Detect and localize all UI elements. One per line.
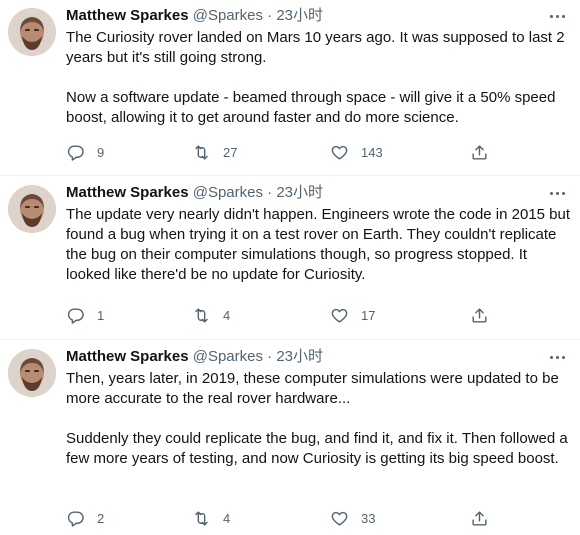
tweet-header: Matthew Sparkes @Sparkes · 23小时 [66,183,323,203]
share-button[interactable] [470,508,489,528]
timestamp[interactable]: 23小时 [276,348,323,365]
reply-button[interactable]: 1 [66,305,104,325]
like-button[interactable]: 17 [330,305,375,325]
tweet-actions: 1 4 17 [66,305,496,325]
share-icon [472,510,487,526]
reply-count: 1 [97,307,105,323]
tweet-actions: 2 4 33 [66,508,496,528]
avatar[interactable] [8,8,56,56]
more-icon[interactable] [546,185,568,201]
tweet[interactable]: Matthew Sparkes @Sparkes · 23小时 Then, ye… [0,341,580,535]
tweet-paragraph: The update very nearly didn't happen. En… [66,206,571,283]
reply-button[interactable]: 2 [66,508,104,528]
share-button[interactable] [470,305,489,325]
reply-count: 2 [97,510,105,526]
author-name[interactable]: Matthew Sparkes [66,7,189,24]
like-count: 17 [361,307,376,323]
retweet-count: 4 [223,307,231,323]
tweet-paragraph: Now a software update - beamed through s… [66,89,556,126]
separator-dot: · [267,7,273,24]
like-count: 33 [361,510,376,526]
avatar[interactable] [8,185,56,233]
tweet-text: Then, years later, in 2019, these comput… [66,369,572,469]
share-icon [472,144,487,160]
tweet-paragraph: Then, years later, in 2019, these comput… [66,370,559,407]
tweet-header: Matthew Sparkes @Sparkes · 23小时 [66,347,323,367]
heart-icon [331,308,348,323]
retweet-count: 4 [223,510,231,526]
tweet-paragraph: Suddenly they could replicate the bug, a… [66,430,568,467]
timestamp[interactable]: 23小时 [276,184,323,201]
author-name[interactable]: Matthew Sparkes [66,348,189,365]
author-handle[interactable]: @Sparkes [193,348,263,365]
author-handle[interactable]: @Sparkes [193,184,263,201]
tweet-header: Matthew Sparkes @Sparkes · 23小时 [66,6,323,26]
separator-dot: · [267,348,273,365]
reply-icon [67,307,84,324]
reply-icon [67,144,84,161]
retweet-icon [195,144,208,160]
reply-button[interactable]: 9 [66,142,104,162]
timestamp[interactable]: 23小时 [276,7,323,24]
like-count: 143 [361,144,383,160]
tweet-text: The Curiosity rover landed on Mars 10 ye… [66,28,572,128]
share-icon [472,307,487,323]
heart-icon [331,145,348,160]
retweet-icon [195,510,208,526]
tweet-actions: 9 27 143 [66,142,496,162]
retweet-button[interactable]: 27 [192,142,237,162]
tweet[interactable]: Matthew Sparkes @Sparkes · 23小时 The upda… [0,177,580,340]
retweet-count: 27 [223,144,238,160]
more-icon[interactable] [546,349,568,365]
tweet-paragraph: The Curiosity rover landed on Mars 10 ye… [66,29,565,66]
author-name[interactable]: Matthew Sparkes [66,184,189,201]
retweet-button[interactable]: 4 [192,305,230,325]
retweet-button[interactable]: 4 [192,508,230,528]
avatar[interactable] [8,349,56,397]
tweet[interactable]: Matthew Sparkes @Sparkes · 23小时 The Curi… [0,0,580,176]
retweet-icon [195,307,208,323]
tweet-text: The update very nearly didn't happen. En… [66,205,572,285]
like-button[interactable]: 33 [330,508,375,528]
reply-icon [67,510,84,527]
separator-dot: · [267,184,273,201]
heart-icon [331,511,348,526]
more-icon[interactable] [546,8,568,24]
author-handle[interactable]: @Sparkes [193,7,263,24]
share-button[interactable] [470,142,489,162]
reply-count: 9 [97,144,105,160]
like-button[interactable]: 143 [330,142,383,162]
